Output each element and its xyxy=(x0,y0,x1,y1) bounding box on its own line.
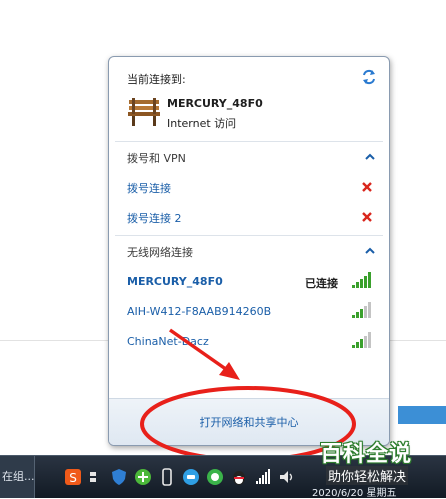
connected-status: 已连接 xyxy=(305,277,338,290)
network-signal-icon[interactable] xyxy=(254,468,272,486)
wifi-network-mercury[interactable]: MERCURY_48F0 xyxy=(127,275,223,288)
current-connection-section: 当前连接到: MERCURY_48F0 Internet 访问 xyxy=(109,57,389,141)
keyboard-icon[interactable] xyxy=(88,468,106,486)
park-bench-network-icon xyxy=(128,98,160,126)
current-network-access: Internet 访问 xyxy=(167,117,237,130)
background-badge xyxy=(398,406,446,424)
dialup-item-1[interactable]: 拨号连接 xyxy=(127,180,171,196)
dialup-item-2[interactable]: 拨号连接 2 xyxy=(127,210,182,226)
current-network-name: MERCURY_48F0 xyxy=(167,97,263,110)
section-divider xyxy=(115,235,383,236)
shield-icon[interactable] xyxy=(110,468,128,486)
open-network-sharing-center-link[interactable]: 打开网络和共享中心 xyxy=(109,414,389,430)
signal-strength-icon xyxy=(352,302,371,318)
chat-icon[interactable] xyxy=(182,468,200,486)
watermark-subtitle: 助你轻松解决 xyxy=(326,466,409,485)
wifi-network-aih[interactable]: AIH-W412-F8AAB914260B xyxy=(127,305,271,318)
watermark-title: 百科全说 xyxy=(320,442,413,467)
wifi-network-chinanet[interactable]: ChinaNet-Dacz xyxy=(127,335,209,348)
wireless-group-title: 无线网络连接 xyxy=(127,246,193,259)
network-flyout: 当前连接到: MERCURY_48F0 Internet 访问 拨号和 VPN … xyxy=(108,56,390,446)
signal-strength-icon xyxy=(352,272,371,288)
current-connection-label: 当前连接到: xyxy=(127,73,186,86)
sogou-ime-icon[interactable]: S xyxy=(64,468,82,486)
phone-icon[interactable] xyxy=(158,468,176,486)
chevron-up-icon[interactable] xyxy=(365,247,375,255)
qq-penguin-icon[interactable] xyxy=(230,468,248,486)
close-icon[interactable] xyxy=(361,181,373,193)
chevron-up-icon[interactable] xyxy=(365,153,375,161)
browser-icon[interactable] xyxy=(206,468,224,486)
taskbar-window-button[interactable]: 在组... xyxy=(0,456,35,498)
dialup-group-title: 拨号和 VPN xyxy=(127,152,186,165)
add-green-icon[interactable] xyxy=(134,468,152,486)
volume-icon[interactable] xyxy=(278,468,296,486)
signal-strength-icon xyxy=(352,332,371,348)
svg-text:S: S xyxy=(69,471,77,485)
close-icon[interactable] xyxy=(361,211,373,223)
refresh-icon[interactable] xyxy=(361,69,377,85)
section-divider xyxy=(115,141,383,142)
